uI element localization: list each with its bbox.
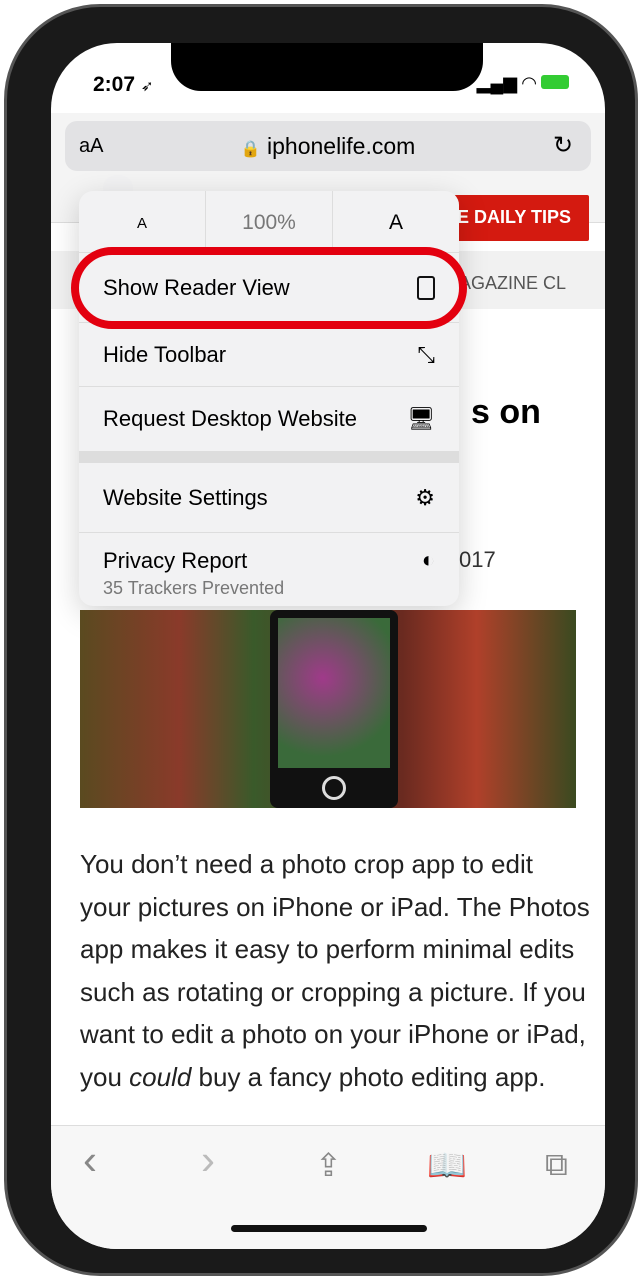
reload-icon[interactable]: ↻ — [553, 131, 573, 160]
gear-icon: ⚙ — [415, 484, 435, 510]
forward-icon[interactable]: › — [201, 1136, 215, 1184]
share-icon[interactable]: ⇪ — [315, 1146, 342, 1184]
tabs-icon[interactable]: ⧉ — [545, 1146, 568, 1184]
url-text: iphonelife.com — [267, 133, 416, 159]
article-title-fragment: s on — [471, 393, 541, 431]
label: Request Desktop Website — [103, 406, 357, 431]
trackers-count: 35 Trackers Prevented — [103, 577, 285, 598]
menu-item-desktop-website[interactable]: Request Desktop Website 🖥 — [79, 387, 459, 451]
article-date-fragment: 017 — [459, 547, 496, 572]
home-indicator[interactable] — [231, 1225, 427, 1232]
status-time: 2:07 ➶ — [93, 73, 153, 97]
zoom-level[interactable]: 100% — [206, 191, 333, 252]
time: 2:07 — [93, 73, 136, 96]
label: Hide Toolbar — [103, 341, 227, 367]
label: Privacy Report — [103, 547, 248, 573]
menu-separator — [79, 451, 459, 463]
battery-icon — [541, 75, 569, 89]
menu-item-website-settings[interactable]: Website Settings ⚙ — [79, 463, 459, 533]
article-image — [80, 610, 576, 808]
highlight-ring — [71, 247, 467, 329]
bookmarks-icon[interactable]: 📖 — [427, 1146, 467, 1184]
location-icon: ➶ — [140, 78, 154, 95]
lock-icon: 🔒 — [240, 141, 261, 158]
text: buy a fancy photo editing app. — [191, 1061, 546, 1092]
label: Website Settings — [103, 484, 268, 510]
zoom-controls: A 100% A — [79, 191, 459, 253]
phone-frame: 2:07 ➶ ▂▄▆ ◠ E DAILY TIPS AGAZINE CL aA … — [4, 4, 638, 1276]
text: You don’t need a photo crop app to edit … — [80, 849, 590, 1092]
back-icon[interactable]: ‹ — [83, 1136, 97, 1184]
article-body: You don’t need a photo crop app to edit … — [80, 843, 590, 1098]
menu-item-privacy-report[interactable]: Privacy Report 35 Trackers Prevented ◐ — [79, 533, 459, 606]
expand-arrows-icon: ⤡ — [417, 341, 435, 367]
signal-icon: ▂▄▆ — [476, 73, 518, 93]
url-display[interactable]: 🔒 iphonelife.com — [51, 133, 605, 160]
shield-icon: ◐ — [421, 547, 435, 572]
daily-tips-banner[interactable]: E DAILY TIPS — [441, 195, 589, 241]
wifi-icon: ◠ — [522, 73, 536, 93]
status-icons: ▂▄▆ ◠ — [477, 73, 569, 94]
screen: 2:07 ➶ ▂▄▆ ◠ E DAILY TIPS AGAZINE CL aA … — [51, 43, 605, 1249]
decrease-text-button[interactable]: A — [79, 191, 206, 252]
increase-text-button[interactable]: A — [333, 191, 459, 252]
phone-in-image — [270, 610, 398, 808]
notch — [171, 43, 483, 91]
desktop-icon: 🖥 — [407, 406, 435, 431]
site-nav-items[interactable]: AGAZINE CL — [459, 273, 566, 294]
italic-text: could — [129, 1061, 192, 1092]
menu-item-hide-toolbar[interactable]: Hide Toolbar ⤡ — [79, 323, 459, 387]
